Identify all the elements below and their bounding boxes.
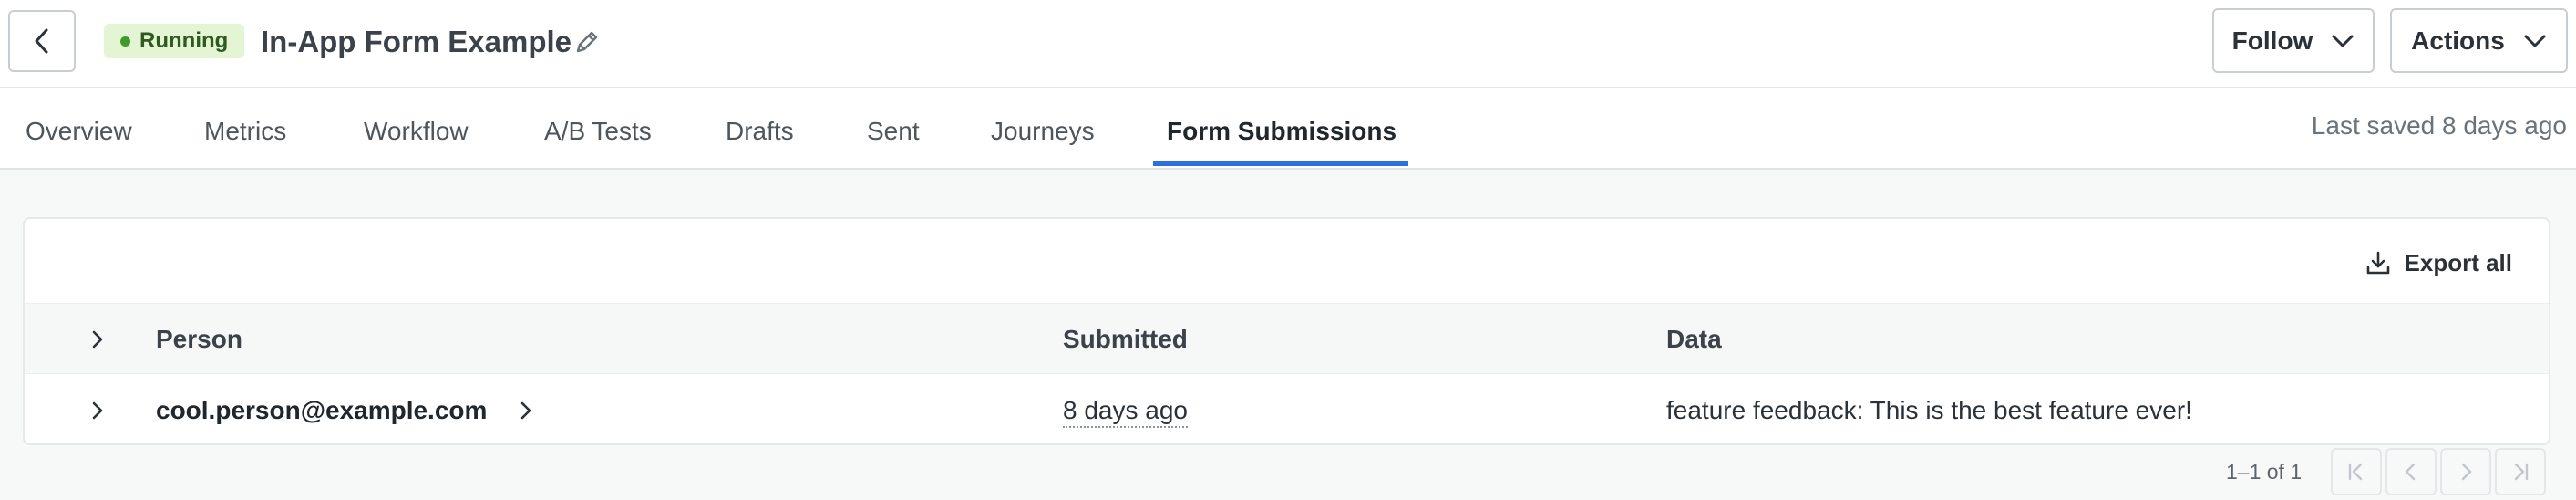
tab-form-submissions[interactable]: Form Submissions	[1167, 88, 1396, 168]
last-page-button[interactable]	[2495, 448, 2546, 495]
tab-metrics[interactable]: Metrics	[204, 88, 286, 168]
tab-sent[interactable]: Sent	[867, 88, 920, 168]
tab-journeys[interactable]: Journeys	[991, 88, 1095, 168]
status-badge: Running	[104, 24, 245, 58]
column-header-submitted[interactable]: Submitted	[1063, 304, 1188, 375]
tab-bar: Overview Metrics Workflow A/B Tests Draf…	[0, 88, 2576, 170]
tab-ab-tests[interactable]: A/B Tests	[544, 88, 652, 168]
follow-label: Follow	[2231, 26, 2313, 55]
tab-workflow[interactable]: Workflow	[364, 88, 469, 168]
tab-overview[interactable]: Overview	[26, 88, 132, 168]
previous-page-button[interactable]	[2385, 448, 2437, 495]
chevron-left-icon	[35, 28, 48, 54]
chevron-right-icon[interactable]	[87, 400, 108, 422]
pencil-icon[interactable]	[572, 27, 602, 57]
last-saved-text: Last saved 8 days ago	[2311, 111, 2567, 140]
chevron-last-icon	[2514, 463, 2529, 481]
back-button[interactable]	[8, 10, 76, 72]
chevron-left-icon	[2405, 463, 2416, 481]
submitted-time-text: 8 days ago	[1063, 396, 1188, 428]
submitted-time: 8 days ago	[1063, 374, 1188, 443]
header-bar: Running In-App Form Example Follow Actio…	[0, 0, 2576, 88]
person-link[interactable]: cool.person@example.com	[156, 374, 487, 443]
actions-label: Actions	[2411, 26, 2505, 55]
pagination-summary: 1–1 of 1	[2226, 460, 2303, 484]
chevron-first-icon	[2348, 463, 2363, 481]
status-dot-icon	[120, 36, 130, 47]
column-header-person[interactable]: Person	[156, 304, 242, 375]
page-title: In-App Form Example	[261, 25, 572, 58]
chevron-down-icon	[2524, 35, 2546, 47]
actions-button[interactable]: Actions	[2390, 8, 2568, 73]
chevron-down-icon	[2332, 35, 2354, 47]
tab-drafts[interactable]: Drafts	[726, 88, 794, 168]
chevron-right-icon[interactable]	[87, 328, 108, 350]
submission-data: feature feedback: This is the best featu…	[1666, 396, 2192, 424]
column-header-data[interactable]: Data	[1666, 304, 1722, 375]
first-page-button[interactable]	[2331, 448, 2382, 495]
export-all-button[interactable]: Export all	[2365, 245, 2512, 281]
follow-button[interactable]: Follow	[2212, 8, 2375, 73]
active-tab-indicator	[1153, 161, 1408, 166]
table-row[interactable]: cool.person@example.com 8 days ago featu…	[25, 374, 2549, 443]
download-icon	[2366, 251, 2389, 275]
table-header: Person Submitted Data	[25, 303, 2549, 374]
chevron-right-icon[interactable]	[515, 400, 537, 422]
chevron-right-icon	[2461, 463, 2472, 481]
status-label: Running	[139, 28, 229, 53]
next-page-button[interactable]	[2440, 448, 2491, 495]
export-all-label: Export all	[2404, 248, 2512, 276]
form-submissions-card: Export all Person Submitted Data cool.pe…	[23, 217, 2550, 445]
